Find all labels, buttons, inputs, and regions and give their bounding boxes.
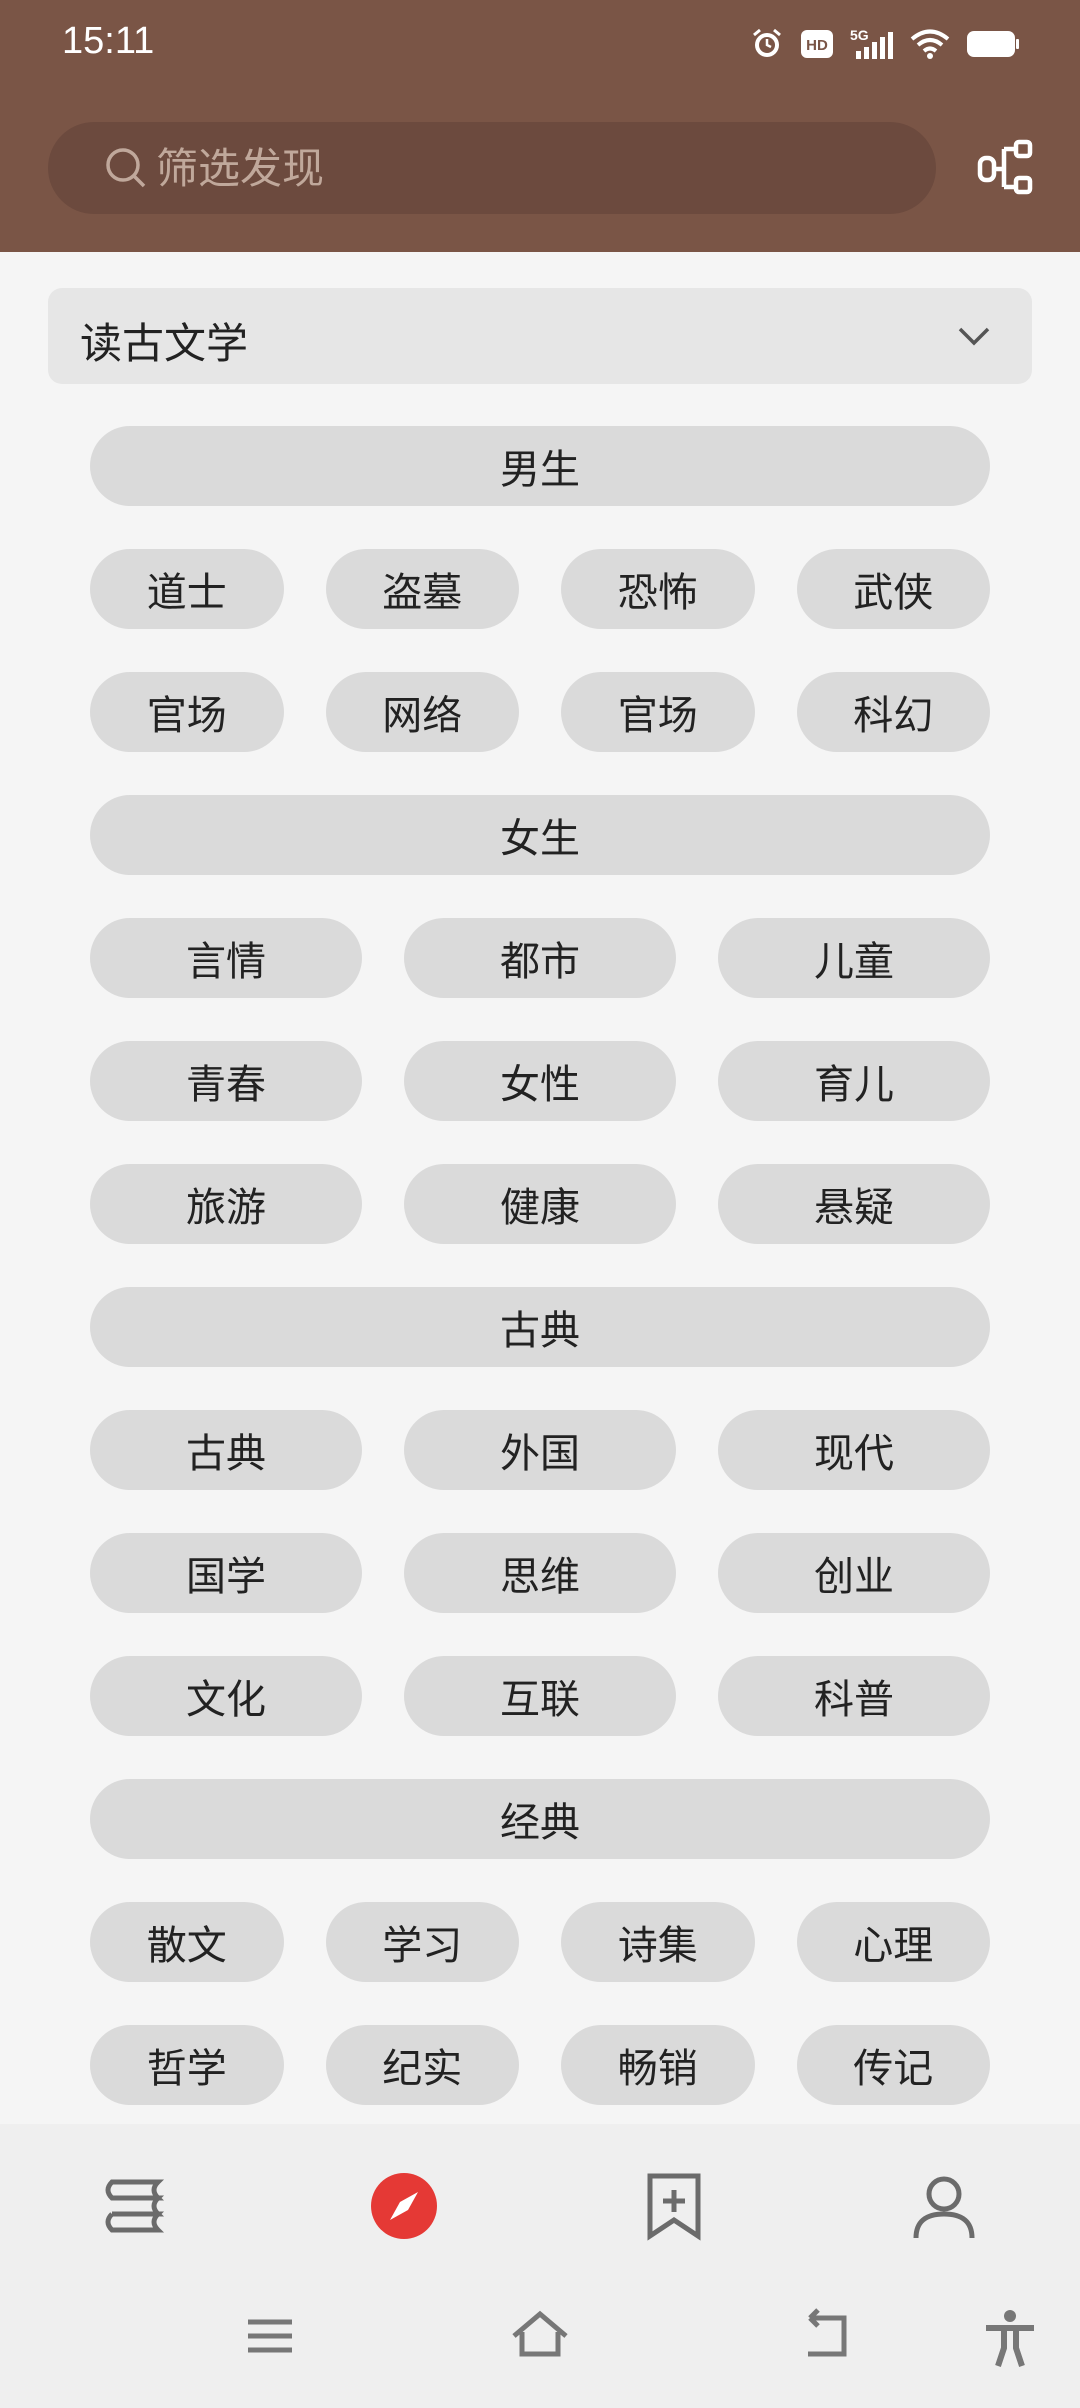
category-tag[interactable]: 畅销 <box>561 2025 755 2105</box>
signal-5g-icon: 5G <box>850 27 893 59</box>
category-tag[interactable]: 传记 <box>796 2025 990 2105</box>
category-tag[interactable]: 现代 <box>718 1410 990 1490</box>
search-bar[interactable] <box>48 122 936 214</box>
category-tag[interactable]: 官场 <box>561 672 755 752</box>
category-tag[interactable]: 青春 <box>90 1041 362 1121</box>
category-tag[interactable]: 散文 <box>90 1902 284 1982</box>
hd-badge-icon: HD <box>801 30 833 58</box>
network-text: 5G <box>850 27 869 43</box>
category-tag[interactable]: 道士 <box>90 549 284 629</box>
category-tag[interactable]: 科普 <box>718 1656 990 1736</box>
category-tag[interactable]: 悬疑 <box>718 1164 990 1244</box>
category-tag[interactable]: 健康 <box>404 1164 676 1244</box>
category-tag[interactable]: 言情 <box>90 918 362 998</box>
category-header[interactable]: 男生 <box>90 426 990 506</box>
discover-compass-icon[interactable] <box>368 2170 440 2242</box>
category-header[interactable]: 古典 <box>90 1287 990 1367</box>
category-tag[interactable]: 心理 <box>796 1902 990 1982</box>
category-tag[interactable]: 网络 <box>325 672 519 752</box>
bookshelf-icon[interactable] <box>98 2170 170 2242</box>
category-tag[interactable]: 都市 <box>404 918 676 998</box>
alarm-icon <box>753 28 781 57</box>
source-dropdown[interactable]: 读古文学 <box>48 288 1032 384</box>
search-icon <box>106 148 146 188</box>
category-tag[interactable]: 女性 <box>404 1041 676 1121</box>
category-tag[interactable]: 科幻 <box>796 672 990 752</box>
category-tag[interactable]: 外国 <box>404 1410 676 1490</box>
category-tag[interactable]: 古典 <box>90 1410 362 1490</box>
category-header[interactable]: 经典 <box>90 1779 990 1859</box>
search-input[interactable] <box>156 122 896 214</box>
status-icons: HD 5G <box>750 24 1020 64</box>
home-icon[interactable] <box>510 2308 570 2364</box>
app-header: 15:11 HD 5G <box>0 0 1080 252</box>
category-tag[interactable]: 文化 <box>90 1656 362 1736</box>
category-tag[interactable]: 互联 <box>404 1656 676 1736</box>
category-tag[interactable]: 纪实 <box>325 2025 519 2105</box>
category-tag[interactable]: 盗墓 <box>325 549 519 629</box>
category-tag[interactable]: 武侠 <box>796 549 990 629</box>
category-tag[interactable]: 创业 <box>718 1533 990 1613</box>
dropdown-selected-label: 读古文学 <box>80 319 249 368</box>
status-bar: 15:11 HD 5G <box>0 0 1080 84</box>
wifi-icon <box>910 29 950 59</box>
category-tag[interactable]: 思维 <box>404 1533 676 1613</box>
category-tag[interactable]: 诗集 <box>561 1902 755 1982</box>
back-icon[interactable] <box>798 2308 854 2364</box>
battery-icon <box>967 31 1019 57</box>
category-tag[interactable]: 旅游 <box>90 1164 362 1244</box>
hd-badge-text: HD <box>806 37 828 54</box>
system-nav-bar <box>0 2284 1080 2408</box>
category-filter-icon[interactable] <box>976 138 1036 198</box>
status-time: 15:11 <box>62 20 155 62</box>
bottom-nav <box>0 2124 1080 2284</box>
category-tag[interactable]: 官场 <box>90 672 284 752</box>
category-tag[interactable]: 儿童 <box>718 918 990 998</box>
category-header[interactable]: 女生 <box>90 795 990 875</box>
accessibility-icon[interactable] <box>982 2308 1038 2368</box>
menu-icon[interactable] <box>242 2308 298 2364</box>
category-tag[interactable]: 学习 <box>325 1902 519 1982</box>
category-tag[interactable]: 哲学 <box>90 2025 284 2105</box>
category-tag[interactable]: 国学 <box>90 1533 362 1613</box>
category-tag[interactable]: 育儿 <box>718 1041 990 1121</box>
category-tag[interactable]: 恐怖 <box>561 549 755 629</box>
bookmark-add-icon[interactable] <box>638 2170 710 2242</box>
profile-icon[interactable] <box>908 2170 980 2242</box>
chevron-down-icon <box>958 327 990 346</box>
